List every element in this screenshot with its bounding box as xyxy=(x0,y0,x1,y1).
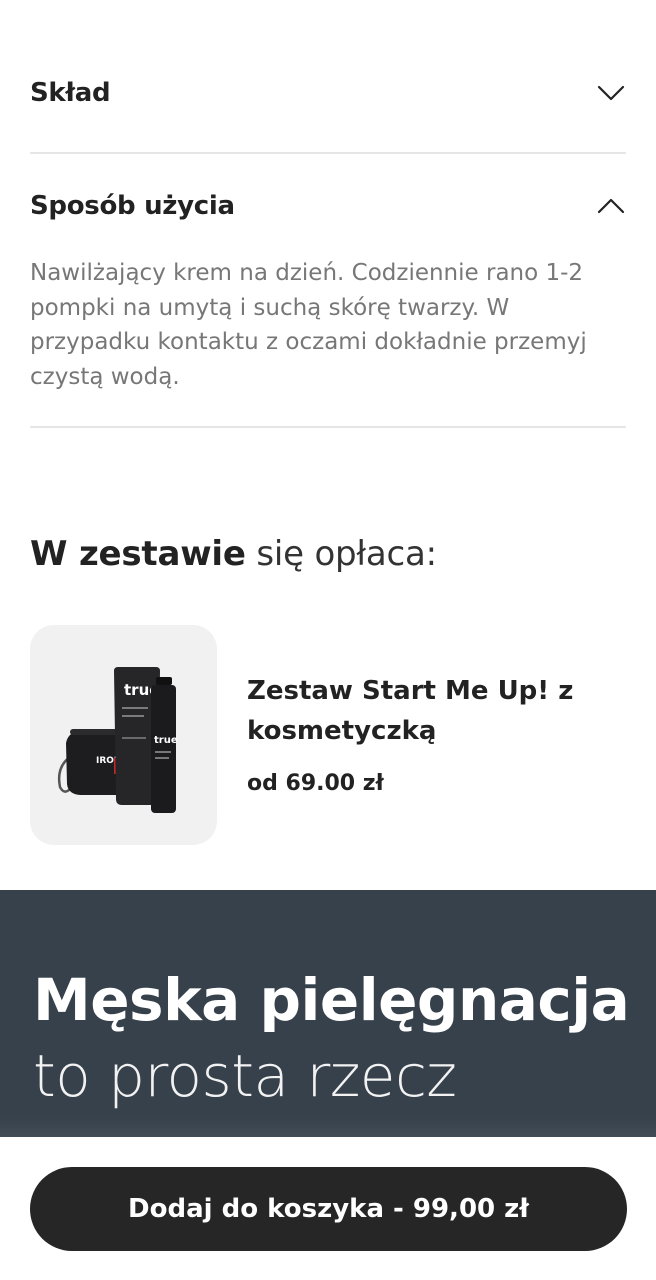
product-name[interactable]: Zestaw Start Me Up! z kosmetyczką xyxy=(247,671,587,751)
divider xyxy=(30,426,626,428)
bottle-brand-text: true xyxy=(154,735,178,746)
chevron-up-icon[interactable] xyxy=(596,196,626,216)
accordion-sklad-header[interactable]: Skład xyxy=(30,78,626,108)
bundle-product-card[interactable]: IRONMAN true true Zestaw Start Me Up! z … xyxy=(30,625,620,845)
add-to-cart-button[interactable]: Dodaj do koszyka - 99,00 zł xyxy=(30,1167,627,1251)
promo-headline: Męska pielęgnacja to prosta rzecz xyxy=(33,962,656,1114)
bundle-heading: W zestawie się opłaca: xyxy=(30,534,437,574)
accordion-sposob-title: Sposób użycia xyxy=(30,191,235,221)
bundle-heading-bold: W zestawie xyxy=(30,534,246,574)
usage-instructions-text: Nawilżający krem na dzień. Codziennie ra… xyxy=(30,260,587,390)
bundle-heading-rest: się opłaca: xyxy=(245,534,437,574)
product-price: od 69.00 zł xyxy=(247,771,384,796)
accordion-sklad-title: Skład xyxy=(30,78,111,108)
divider xyxy=(30,152,626,154)
accordion-sposob-header[interactable]: Sposób użycia xyxy=(30,191,626,221)
promo-headline-bold: Męska pielęgnacja xyxy=(33,966,630,1034)
promo-headline-rest: to prosta rzecz xyxy=(33,1042,457,1110)
product-illustration: IRONMAN true true xyxy=(57,667,178,813)
product-info: Zestaw Start Me Up! z kosmetyczką od 69.… xyxy=(247,625,587,845)
product-image[interactable]: IRONMAN true true xyxy=(30,625,217,845)
chevron-down-icon[interactable] xyxy=(596,83,626,103)
bottom-bar-shadow xyxy=(0,1117,656,1139)
